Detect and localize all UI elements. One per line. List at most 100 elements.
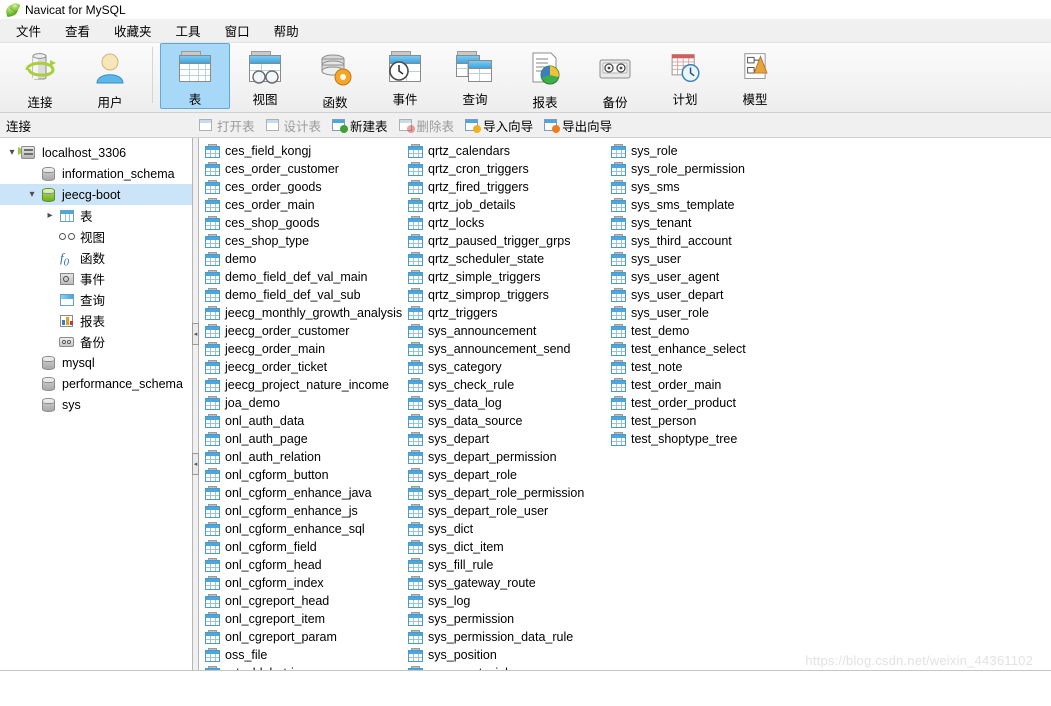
table-list-item[interactable]: sys_data_log	[402, 394, 605, 412]
table-list-item[interactable]: test_shoptype_tree	[605, 430, 808, 448]
table-list-item[interactable]: oss_file	[199, 646, 402, 664]
table-list-item[interactable]: test_person	[605, 412, 808, 430]
tree-item-localhost_3306[interactable]: ▾ localhost_3306	[0, 142, 192, 163]
table-list-item[interactable]: sys_category	[402, 358, 605, 376]
table-list-item[interactable]: sys_check_rule	[402, 376, 605, 394]
table-list-item[interactable]: ces_shop_type	[199, 232, 402, 250]
toolbar-button-table[interactable]: 表	[160, 43, 230, 109]
table-list-item[interactable]: ces_field_kongj	[199, 142, 402, 160]
table-list-item[interactable]: qrtz_scheduler_state	[402, 250, 605, 268]
table-list-item[interactable]: qrtz_paused_trigger_grps	[402, 232, 605, 250]
table-list-item[interactable]: sys_sms	[605, 178, 808, 196]
table-list-item[interactable]: jeecg_order_main	[199, 340, 402, 358]
toolbar-button-event[interactable]: 事件	[370, 43, 440, 109]
table-list-item[interactable]: sys_third_account	[605, 232, 808, 250]
tree-item-sys[interactable]: sys	[0, 394, 192, 415]
toolbar-button-connection[interactable]: 连接	[5, 43, 75, 110]
design-table-button[interactable]: 设计表	[264, 115, 324, 136]
toolbar-button-query[interactable]: 查询	[440, 43, 510, 109]
table-list-item[interactable]: onl_cgform_enhance_java	[199, 484, 402, 502]
table-list-item[interactable]: sys_depart_role_user	[402, 502, 605, 520]
delete-table-button[interactable]: 删除表	[397, 115, 457, 136]
table-list-item[interactable]: demo_field_def_val_main	[199, 268, 402, 286]
table-list-item[interactable]: onl_cgform_enhance_js	[199, 502, 402, 520]
import-wizard-button[interactable]: 导入向导	[463, 115, 535, 136]
table-list-item[interactable]: qrtz_calendars	[402, 142, 605, 160]
table-list-item[interactable]: demo	[199, 250, 402, 268]
menu-view[interactable]: 查看	[53, 19, 102, 42]
table-list-item[interactable]: sys_data_source	[402, 412, 605, 430]
table-list-item[interactable]: sys_user_role	[605, 304, 808, 322]
table-list-item[interactable]: qrtz_locks	[402, 214, 605, 232]
table-list[interactable]: ces_field_kongj ces_order_customer ces_ord…	[199, 138, 1051, 689]
table-list-item[interactable]: onl_cgreport_param	[199, 628, 402, 646]
tree-item-tables[interactable]: ▸ 表	[0, 205, 192, 226]
menu-favorites[interactable]: 收藏夹	[102, 19, 164, 42]
connection-tree[interactable]: ▾ localhost_3306 information_schema ▾ je…	[0, 138, 193, 689]
table-list-item[interactable]: ces_order_customer	[199, 160, 402, 178]
table-list-item[interactable]: test_demo	[605, 322, 808, 340]
table-list-item[interactable]: test_enhance_select	[605, 340, 808, 358]
table-list-item[interactable]: sys_dict_item	[402, 538, 605, 556]
table-list-item[interactable]: sys_position	[402, 646, 605, 664]
tree-item-views[interactable]: 视图	[0, 226, 192, 247]
table-list-item[interactable]: qrtz_cron_triggers	[402, 160, 605, 178]
table-list-item[interactable]: ces_shop_goods	[199, 214, 402, 232]
toolbar-button-backup[interactable]: 备份	[580, 43, 650, 110]
table-list-item[interactable]: sys_user_depart	[605, 286, 808, 304]
export-wizard-button[interactable]: 导出向导	[542, 115, 614, 136]
table-list-item[interactable]: onl_cgreport_head	[199, 592, 402, 610]
table-list-item[interactable]: sys_announcement_send	[402, 340, 605, 358]
tree-item-jeecg-boot[interactable]: ▾ jeecg-boot	[0, 184, 192, 205]
table-list-item[interactable]: ces_order_goods	[199, 178, 402, 196]
tree-item-information_schema[interactable]: information_schema	[0, 163, 192, 184]
table-list-item[interactable]: onl_cgform_field	[199, 538, 402, 556]
chevron-down-icon[interactable]: ▾	[24, 189, 40, 200]
table-list-item[interactable]: onl_cgform_index	[199, 574, 402, 592]
table-list-item[interactable]: onl_cgreport_item	[199, 610, 402, 628]
table-list-item[interactable]: demo_field_def_val_sub	[199, 286, 402, 304]
table-list-item[interactable]: onl_auth_page	[199, 430, 402, 448]
splitter-grip-upper[interactable]: ◂	[192, 323, 199, 345]
table-list-item[interactable]: jeecg_project_nature_income	[199, 376, 402, 394]
table-list-item[interactable]: test_order_product	[605, 394, 808, 412]
table-list-item[interactable]: sys_log	[402, 592, 605, 610]
toolbar-button-function[interactable]: 函数	[300, 43, 370, 110]
table-list-item[interactable]: qrtz_job_details	[402, 196, 605, 214]
new-table-button[interactable]: 新建表	[330, 115, 390, 136]
table-list-item[interactable]: onl_cgform_button	[199, 466, 402, 484]
table-list-item[interactable]: sys_user	[605, 250, 808, 268]
table-list-item[interactable]: sys_depart	[402, 430, 605, 448]
table-list-item[interactable]: sys_dict	[402, 520, 605, 538]
table-list-item[interactable]: test_note	[605, 358, 808, 376]
table-list-item[interactable]: sys_role_permission	[605, 160, 808, 178]
table-list-item[interactable]: jeecg_monthly_growth_analysis	[199, 304, 402, 322]
tree-item-performance_schema[interactable]: performance_schema	[0, 373, 192, 394]
splitter-grip-lower[interactable]: ◂	[192, 453, 199, 475]
table-list-item[interactable]: sys_fill_rule	[402, 556, 605, 574]
table-list-item[interactable]: sys_depart_permission	[402, 448, 605, 466]
table-list-item[interactable]: sys_depart_role	[402, 466, 605, 484]
table-list-item[interactable]: onl_auth_data	[199, 412, 402, 430]
toolbar-button-report[interactable]: 报表	[510, 43, 580, 110]
table-list-item[interactable]: onl_cgform_enhance_sql	[199, 520, 402, 538]
table-list-item[interactable]: sys_role	[605, 142, 808, 160]
toolbar-button-view[interactable]: 视图	[230, 43, 300, 109]
table-list-item[interactable]: sys_permission	[402, 610, 605, 628]
table-list-item[interactable]: ces_order_main	[199, 196, 402, 214]
tree-item-mysql[interactable]: mysql	[0, 352, 192, 373]
table-list-item[interactable]: jeecg_order_ticket	[199, 358, 402, 376]
table-list-item[interactable]: sys_announcement	[402, 322, 605, 340]
table-list-item[interactable]: sys_depart_role_permission	[402, 484, 605, 502]
table-list-item[interactable]: sys_gateway_route	[402, 574, 605, 592]
chevron-right-icon[interactable]: ▸	[42, 210, 58, 221]
table-list-item[interactable]: jeecg_order_customer	[199, 322, 402, 340]
menu-window[interactable]: 窗口	[213, 19, 262, 42]
menu-file[interactable]: 文件	[4, 19, 53, 42]
table-list-item[interactable]: qrtz_simprop_triggers	[402, 286, 605, 304]
menu-help[interactable]: 帮助	[262, 19, 311, 42]
toolbar-button-schedule[interactable]: 计划	[650, 43, 720, 109]
table-list-item[interactable]: qrtz_fired_triggers	[402, 178, 605, 196]
tree-item-queries[interactable]: 查询	[0, 289, 192, 310]
table-list-item[interactable]: joa_demo	[199, 394, 402, 412]
